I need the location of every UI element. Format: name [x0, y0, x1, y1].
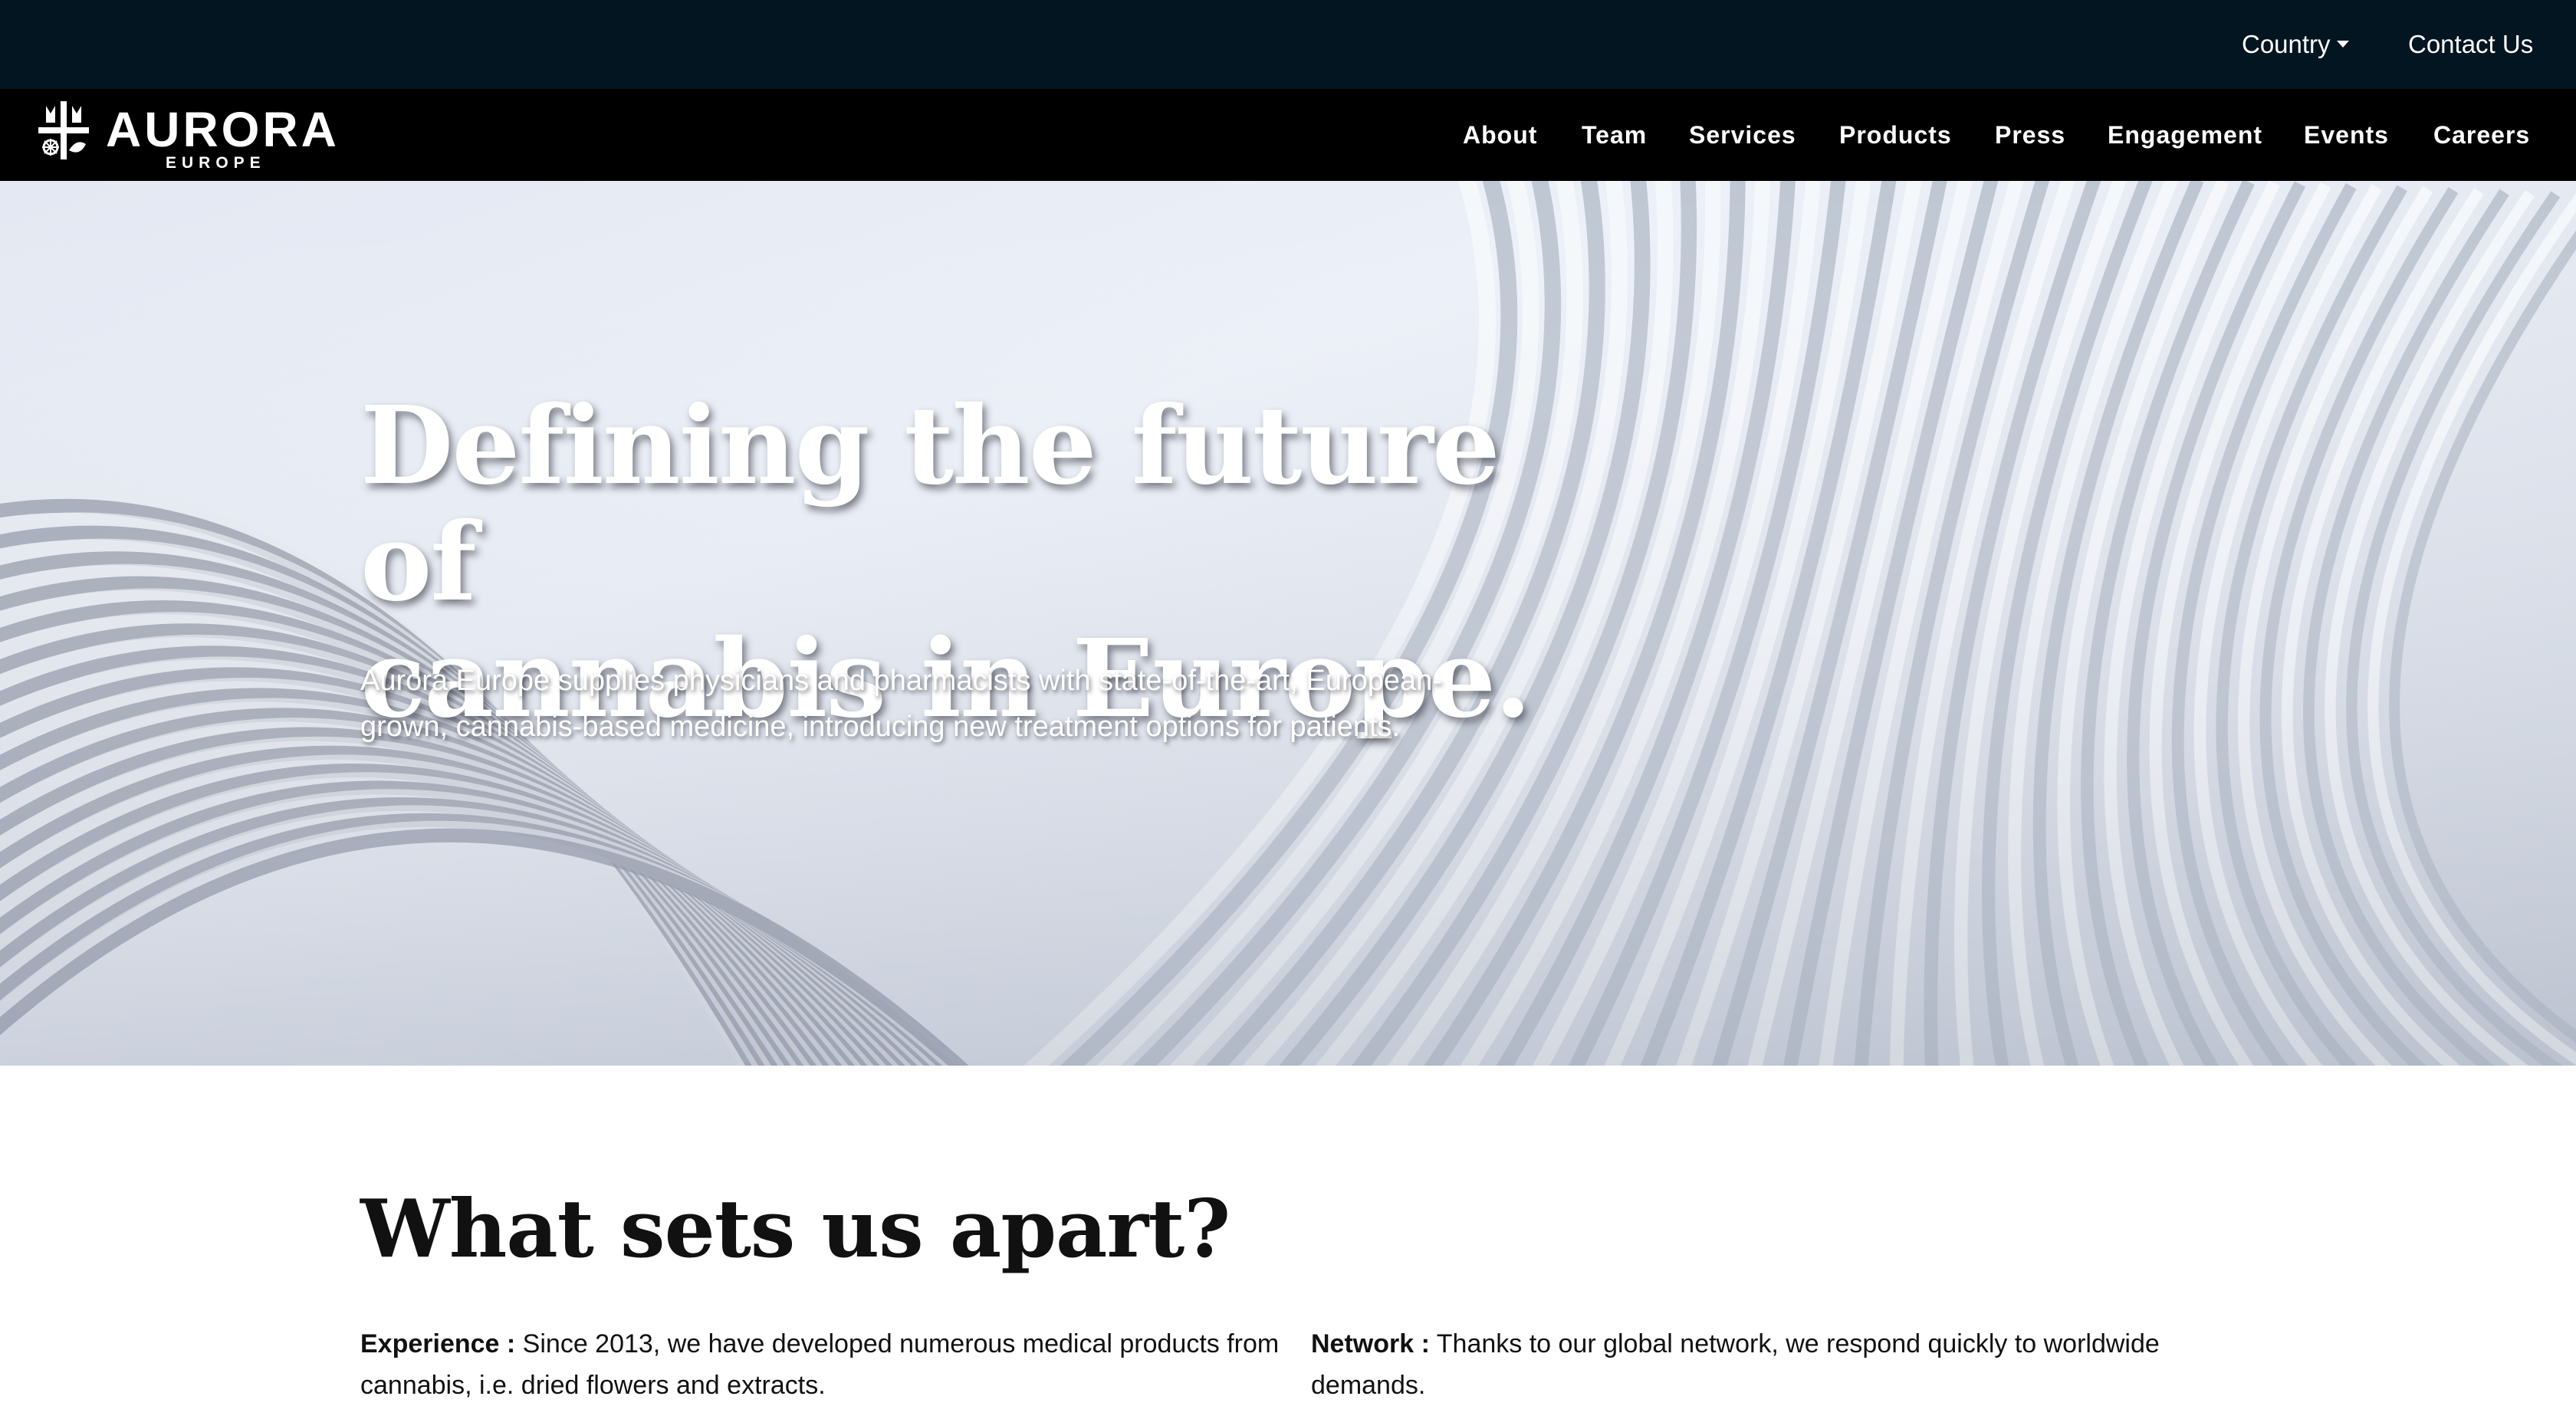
brand-logo[interactable]: AURORA EUROPE: [38, 101, 337, 172]
section-title: What sets us apart?: [360, 1181, 1230, 1276]
caret-down-icon: [2336, 40, 2349, 48]
hero-banner: Defining the future of cannabis in Europ…: [0, 181, 2576, 1066]
feature-label: Experience :: [360, 1329, 516, 1358]
contact-us-link[interactable]: Contact Us: [2408, 0, 2533, 89]
nav-team[interactable]: Team: [1582, 89, 1647, 181]
feature-network: Network : Thanks to our global network, …: [1311, 1323, 2246, 1406]
country-dropdown[interactable]: Country: [2242, 0, 2349, 89]
brand-name: AURORA: [106, 102, 340, 157]
hero-title-line1: Defining the future of: [360, 383, 1500, 626]
hero-subtitle: Aurora Europe supplies physicians and ph…: [360, 665, 1442, 743]
feature-experience: Experience : Since 2013, we have develop…: [360, 1323, 1296, 1406]
nav-products[interactable]: Products: [1839, 89, 1952, 181]
utility-bar: Country Contact Us: [0, 0, 2576, 89]
nav-about[interactable]: About: [1463, 89, 1537, 181]
nav-careers[interactable]: Careers: [2433, 89, 2530, 181]
feature-text: Thanks to our global network, we respond…: [1311, 1329, 2160, 1400]
nav-services[interactable]: Services: [1689, 89, 1796, 181]
country-label: Country: [2242, 30, 2331, 58]
feature-label: Network :: [1311, 1329, 1430, 1358]
nav-events[interactable]: Events: [2304, 89, 2389, 181]
main-navbar: AURORA EUROPE About Team Services Produc…: [0, 89, 2576, 181]
brand-subtitle: EUROPE: [166, 154, 266, 172]
nav-press[interactable]: Press: [1995, 89, 2065, 181]
nav-engagement[interactable]: Engagement: [2108, 89, 2262, 181]
aurora-leaf-icon: [38, 101, 89, 159]
